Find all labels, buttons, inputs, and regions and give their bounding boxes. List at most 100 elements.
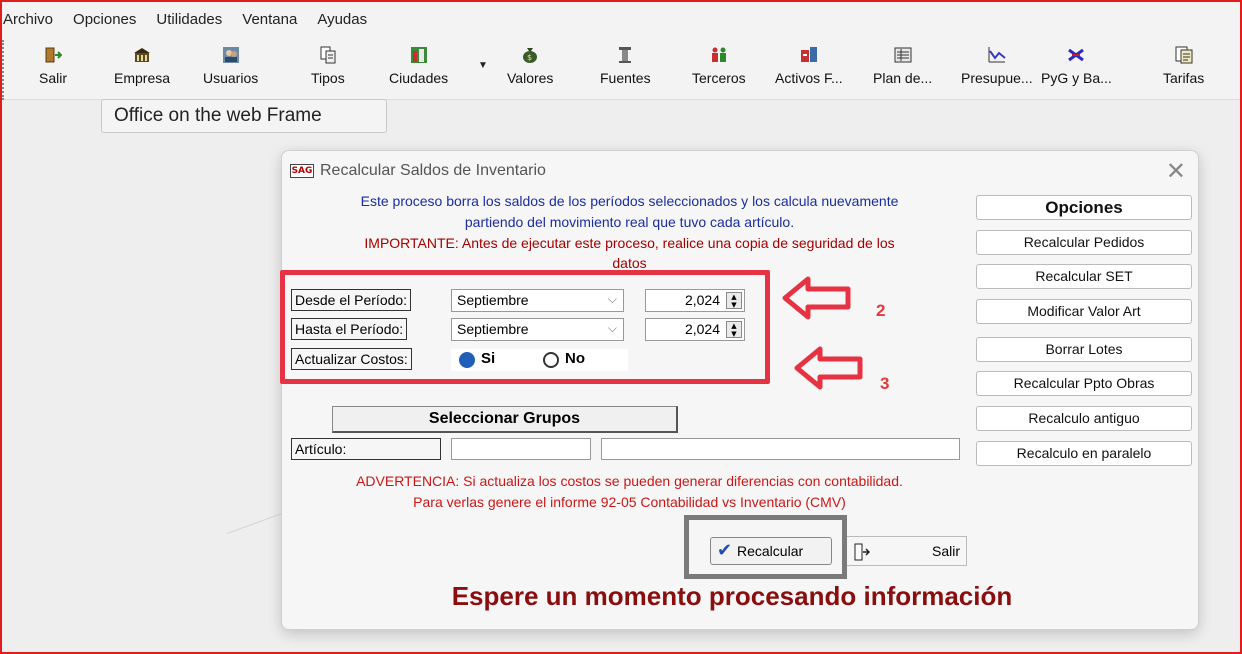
desde-month-select[interactable]: Septiembre ⌵ [451,289,624,312]
toolbar-label: Fuentes [600,70,651,86]
chevron-down-icon[interactable]: ⌵ [608,321,617,336]
exit-door-icon [44,46,62,64]
toolbar-label: Valores [507,70,554,86]
city-icon [410,46,428,64]
svg-text:$: $ [527,53,532,62]
costos-label: Actualizar Costos: [291,348,412,370]
recalculo-paralelo-button[interactable]: Recalculo en paralelo [976,441,1192,466]
radio-no-label: No [565,350,585,367]
spin-icon[interactable]: ▲ ▼ [726,321,742,338]
toolbar-tipos-button[interactable]: Tipos [311,46,345,86]
menu-ventana[interactable]: Ventana [242,11,297,28]
menu-utilidades[interactable]: Utilidades [156,11,222,28]
wait-message: Espere un momento procesando información [451,581,1013,611]
recalcular-ppto-button[interactable]: Recalcular Ppto Obras [976,371,1192,396]
left-arrow-icon [794,346,863,390]
annotation-number: 3 [880,374,890,393]
info-text-2: partiendo del movimiento real que tuvo c… [464,214,795,230]
hasta-month-value: Septiembre [457,321,529,337]
dialog-titlebar[interactable]: SAG Recalcular Saldos de Inventario ✕ [282,151,1198,191]
close-icon[interactable]: ✕ [1166,157,1186,185]
recalcular-set-button[interactable]: Recalcular SET [976,264,1192,289]
dialog-title: Recalcular Saldos de Inventario [320,162,546,179]
documents-icon [319,46,337,64]
important-text-1: IMPORTANTE: Antes de ejecutar este proce… [364,235,895,251]
toolbar: Salir Empresa Usuarios Tipos Ciudades $ … [0,38,1242,100]
exit-door-icon [854,542,871,570]
building-icon [133,46,151,64]
chevron-down-icon[interactable]: ⌵ [608,292,617,307]
checkmark-icon: ✔ [717,540,733,561]
articulo-label: Artículo: [291,438,441,460]
salir-label: Salir [931,543,960,559]
left-arrow-icon [782,276,851,320]
toolbar-label: Salir [39,70,68,86]
toolbar-presupuesto-button[interactable]: Presupue... [961,46,1033,86]
borrar-lotes-button[interactable]: Borrar Lotes [976,337,1192,362]
recalcular-button[interactable]: ✔ Recalcular [710,537,832,565]
balance-icon [1067,46,1085,64]
toolbar-valores-button[interactable]: $ Valores [507,46,553,86]
toolbar-label: PyG y Ba... [1041,70,1112,86]
toolbar-label: Tipos [311,70,345,86]
hasta-year-value: 2,024 [684,321,720,337]
costos-radio-group: Si No [451,349,628,371]
info-text-1: Este proceso borra los saldos de los per… [360,193,899,209]
modificar-valor-button[interactable]: Modificar Valor Art [976,299,1192,324]
ledger-icon [894,46,912,64]
toolbar-pyg-button[interactable]: PyG y Ba... [1041,46,1112,86]
tower-icon [616,46,634,64]
spin-icon[interactable]: ▲ ▼ [726,292,742,309]
chart-icon [988,46,1006,64]
desde-year-value: 2,024 [684,292,720,308]
radio-no[interactable] [543,352,559,368]
divider [2,40,5,100]
important-text-2: datos [612,255,647,269]
money-bag-icon: $ [521,46,539,64]
toolbar-plan-button[interactable]: Plan de... [873,46,932,86]
recalcular-pedidos-button[interactable]: Recalcular Pedidos [976,230,1192,255]
recalcular-dialog: SAG Recalcular Saldos de Inventario ✕ Es… [281,150,1199,630]
toolbar-usuarios-button[interactable]: Usuarios [203,46,258,86]
users-icon [222,46,240,64]
warning-text-2: Para verlas genere el informe 92-05 Cont… [413,494,846,510]
annotation-number: 2 [876,301,886,320]
articulo-code-input[interactable] [451,438,591,460]
assets-icon [800,46,818,64]
toolbar-ciudades-button[interactable]: Ciudades [389,46,448,86]
recalculo-antiguo-button[interactable]: Recalculo antiguo [976,406,1192,431]
hasta-year-spinner[interactable]: 2,024 ▲ ▼ [645,318,745,341]
hasta-month-select[interactable]: Septiembre ⌵ [451,318,624,341]
menu-ayudas[interactable]: Ayudas [317,11,367,28]
tariff-icon [1175,46,1193,64]
toolbar-tarifas-button[interactable]: Tarifas [1163,46,1204,86]
seleccionar-grupos-button[interactable]: Seleccionar Grupos [332,406,678,433]
desde-month-value: Septiembre [457,292,529,308]
menu-bar: Archivo Opciones Utilidades Ventana Ayud… [0,0,1242,38]
toolbar-label: Usuarios [203,70,259,86]
radio-si-label: Si [481,350,496,367]
menu-opciones[interactable]: Opciones [73,11,136,28]
toolbar-fuentes-button[interactable]: Fuentes [600,46,651,86]
toolbar-label: Ciudades [389,70,449,86]
chevron-down-icon[interactable]: ▼ [478,60,488,71]
toolbar-label: Plan de... [873,70,933,86]
toolbar-label: Terceros [692,70,746,86]
toolbar-terceros-button[interactable]: Terceros [692,46,746,86]
recalcular-label: Recalcular [737,543,804,559]
salir-button[interactable]: Salir [845,536,967,566]
warning-text-1: ADVERTENCIA: Si actualiza los costos se … [356,473,903,489]
people-icon [710,46,728,64]
toolbar-empresa-button[interactable]: Empresa [114,46,170,86]
toolbar-label: Activos F... [775,70,843,86]
hasta-label: Hasta el Período: [291,318,408,340]
sag-logo-icon: SAG [290,164,314,178]
toolbar-label: Tarifas [1163,70,1205,86]
radio-si[interactable] [459,352,475,368]
toolbar-activos-button[interactable]: Activos F... [775,46,843,86]
toolbar-salir-button[interactable]: Salir [39,46,67,86]
articulo-name-input[interactable] [601,438,960,460]
menu-archivo[interactable]: Archivo [3,11,53,28]
desde-year-spinner[interactable]: 2,024 ▲ ▼ [645,289,745,312]
toolbar-label: Empresa [114,70,171,86]
